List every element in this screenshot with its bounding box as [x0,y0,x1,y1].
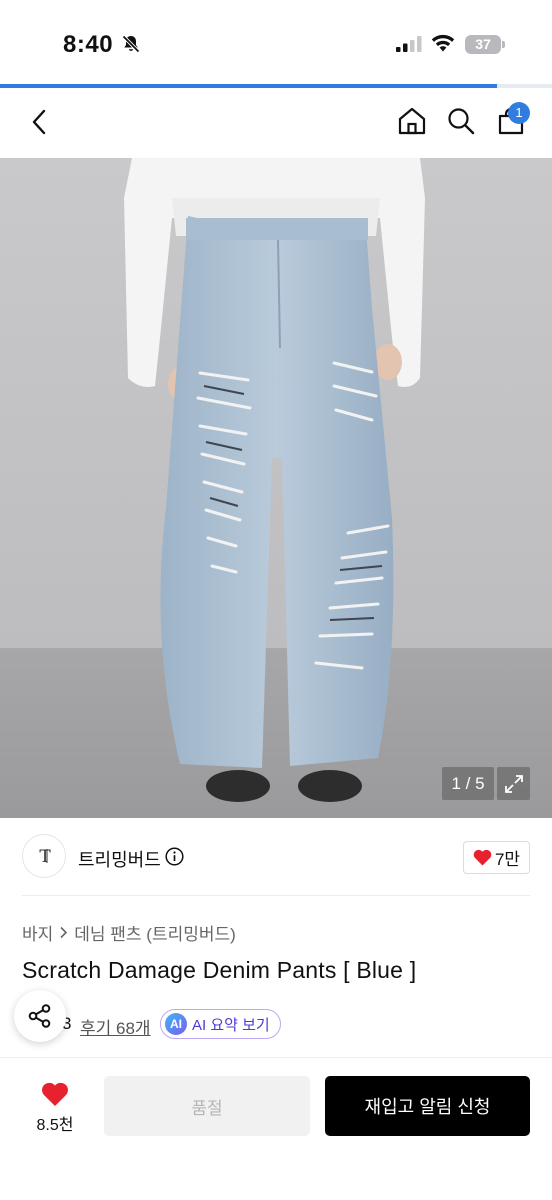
brand-logo[interactable]: T [22,834,66,878]
brand-like-count: 7만 [494,850,521,869]
breadcrumb-category[interactable]: 바지 [22,920,53,945]
top-nav: 1 [0,88,552,158]
status-bar: 8:40 37 [0,0,552,86]
soldout-button: 품절 [104,1076,310,1136]
image-counter: 1 / 5 [442,767,494,800]
bell-off-icon [122,35,140,53]
brand-row: T 트리밍버드 7만 [0,818,552,896]
chevron-left-icon [32,109,46,135]
cart-count-badge: 1 [508,102,530,124]
ai-badge-icon: AI [165,1013,187,1035]
review-link[interactable]: 후기 68개 [80,1014,151,1039]
battery-indicator: 37 [465,35,501,54]
svg-text:T: T [39,847,51,867]
search-button[interactable] [443,103,479,139]
signal-icon [396,36,422,52]
ai-summary-button[interactable]: AI AI 요약 보기 [160,1009,281,1039]
breadcrumb: 바지 데님 팬츠 (트리밍버드) [22,920,236,945]
wifi-icon [431,34,455,52]
expand-image-button[interactable] [497,767,530,800]
breadcrumb-subcategory[interactable]: 데님 팬츠 (트리밍버드) [74,920,236,945]
home-icon [398,107,426,135]
heart-icon [473,849,492,866]
expand-icon [504,774,523,793]
product-photo [0,158,552,818]
wishlist-count: 8.5천 [36,1116,74,1134]
chevron-right-icon [60,926,68,939]
share-icon [28,1004,51,1028]
heart-icon [42,1082,68,1106]
info-icon[interactable] [165,847,184,866]
search-icon [448,108,475,135]
ai-summary-label: AI 요약 보기 [192,1016,270,1034]
divider [22,895,530,896]
brand-like-button[interactable]: 7만 [463,841,530,874]
product-title: Scratch Damage Denim Pants [ Blue ] [22,957,417,983]
home-button[interactable] [394,103,430,139]
product-image[interactable] [0,158,552,818]
brand-name[interactable]: 트리밍버드 [78,846,161,872]
battery-nub [502,41,505,48]
brand-logo-mark: T [39,847,53,867]
share-button[interactable] [14,990,66,1042]
status-time: 8:40 [63,31,114,58]
restock-alert-button[interactable]: 재입고 알림 신청 [325,1076,530,1136]
wishlist-button[interactable]: 8.5천 [22,1078,88,1138]
bottom-action-bar: 8.5천 품절 재입고 알림 신청 [0,1058,552,1200]
back-button[interactable] [22,104,58,140]
